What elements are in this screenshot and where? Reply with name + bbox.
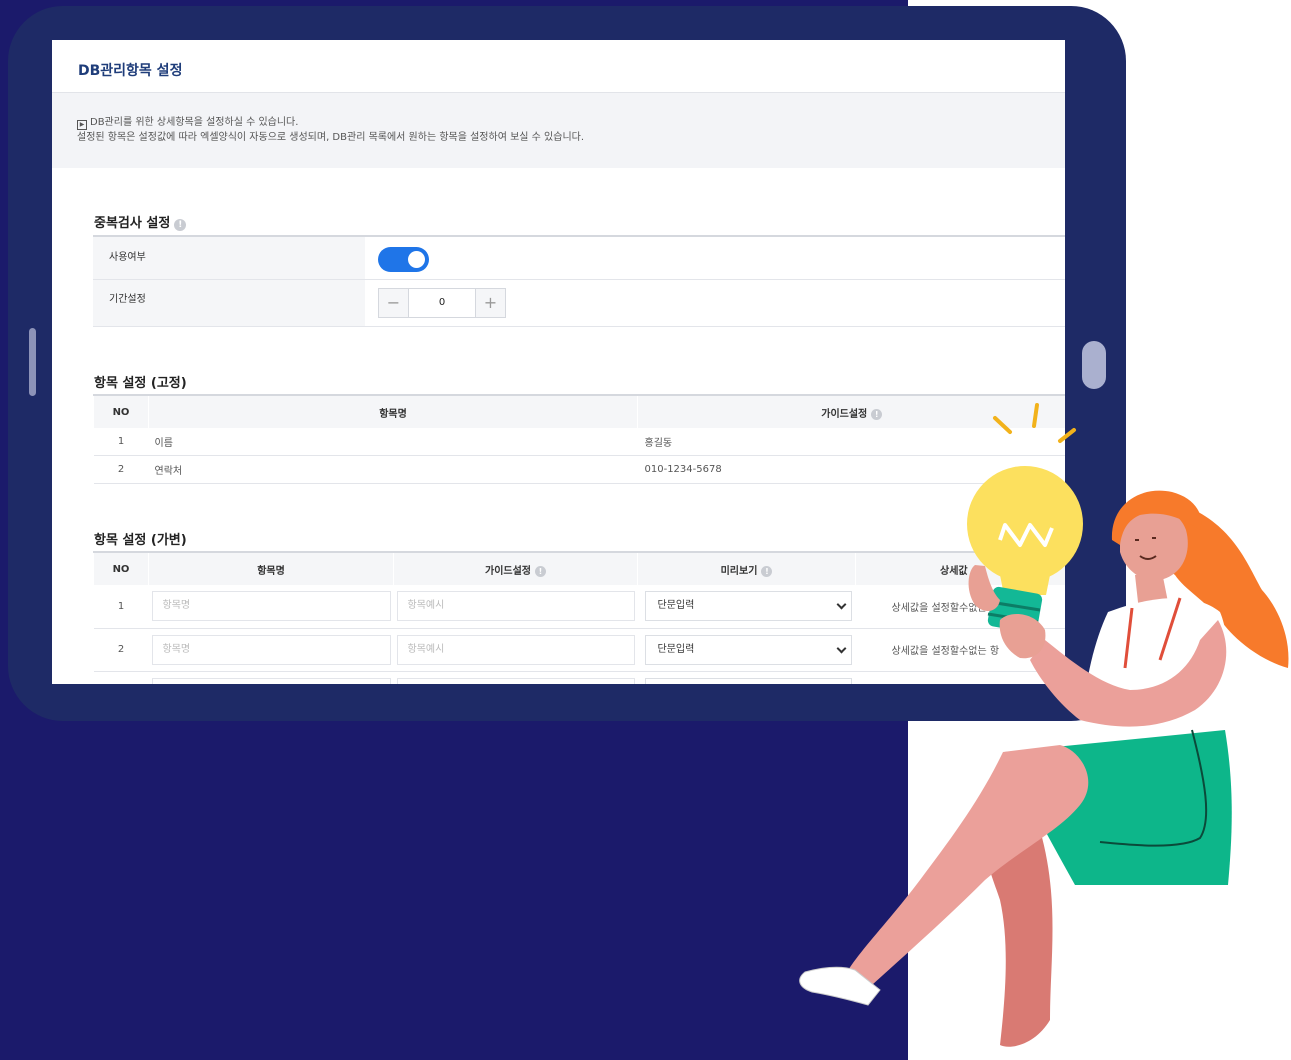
info-text-1: DB관리를 위한 상세항목을 설정하실 수 있습니다. bbox=[90, 117, 299, 128]
preview-select[interactable]: 단문입력 bbox=[644, 591, 852, 622]
col-name: 항목명 bbox=[148, 394, 638, 428]
row-detail: 상세값을 설정할수없는 항 bbox=[855, 585, 1065, 629]
row-no: 1 bbox=[93, 585, 149, 629]
row-name: 이름 bbox=[148, 428, 638, 456]
page-header: DB관리항목 설정 bbox=[52, 40, 1065, 93]
fixed-items-title: 항목 설정 (고정) bbox=[94, 376, 187, 391]
tablet-screen: DB관리항목 설정 ▶ DB관리를 위한 상세항목을 설정하실 수 있습니다. 설… bbox=[52, 40, 1065, 684]
table-row: 2 항목명 항목예시 단문입력 상세값을 설정할수없는 항 bbox=[93, 628, 1065, 672]
use-row: 사용여부 bbox=[93, 237, 1065, 280]
preview-select-value: 단문입력 bbox=[657, 643, 695, 655]
guide-input[interactable]: 항목예시 bbox=[396, 591, 635, 622]
col-guide: 가이드설정! bbox=[637, 394, 1065, 428]
table-row: 1 항목명 항목예시 단문입력 상세값을 설정할수없는 항 bbox=[93, 585, 1065, 629]
page-title: DB관리항목 설정 bbox=[78, 63, 183, 79]
col-guide-text: 가이드설정 bbox=[821, 408, 868, 420]
item-name-input[interactable]: 항목명 bbox=[151, 591, 391, 622]
item-name-input[interactable] bbox=[151, 677, 391, 684]
table-header-row: NO 항목명 가이드설정! 미리보기! 상세값 bbox=[93, 551, 1065, 585]
info-line-1: ▶ DB관리를 위한 상세항목을 설정하실 수 있습니다. bbox=[77, 115, 1065, 130]
col-guide-text: 가이드설정 bbox=[485, 565, 531, 577]
variable-items-title: 항목 설정 (가변) bbox=[94, 533, 187, 548]
play-box-icon: ▶ bbox=[77, 120, 87, 130]
table-row bbox=[93, 671, 1065, 684]
preview-select[interactable]: 단문입력 bbox=[644, 634, 852, 665]
use-toggle[interactable] bbox=[378, 247, 429, 272]
table-header-row: NO 항목명 가이드설정! bbox=[93, 394, 1065, 428]
table-row: 2 연락처 010-1234-5678 bbox=[93, 455, 1065, 484]
item-name-input[interactable]: 항목명 bbox=[151, 634, 391, 665]
duplicate-check-title-text: 중복검사 설정 bbox=[94, 216, 171, 231]
preview-select[interactable] bbox=[644, 677, 852, 684]
table-row: 1 이름 홍길동 bbox=[93, 428, 1065, 456]
help-icon[interactable]: ! bbox=[761, 565, 773, 577]
chevron-down-icon bbox=[836, 643, 846, 653]
row-detail: 상세값을 설정할수없는 항 bbox=[855, 628, 1065, 672]
col-no: NO bbox=[93, 551, 149, 585]
col-detail: 상세값 bbox=[855, 551, 1065, 585]
row-no: 2 bbox=[93, 628, 149, 672]
period-value[interactable]: 0 bbox=[408, 289, 476, 317]
help-icon[interactable]: ! bbox=[871, 408, 883, 420]
use-label: 사용여부 bbox=[93, 237, 365, 279]
period-stepper: − 0 + bbox=[378, 288, 506, 318]
period-row: 기간설정 − 0 + bbox=[93, 280, 1065, 327]
tablet-side-button bbox=[29, 328, 36, 396]
variable-items-table: NO 항목명 가이드설정! 미리보기! 상세값 1 항목명 항목예시 단문입력 … bbox=[93, 551, 1065, 684]
guide-input[interactable]: 항목예시 bbox=[396, 634, 635, 665]
help-icon[interactable]: ! bbox=[174, 219, 187, 231]
row-name: 연락처 bbox=[148, 455, 638, 484]
period-label: 기간설정 bbox=[93, 280, 365, 326]
chevron-down-icon bbox=[836, 599, 846, 610]
col-preview-text: 미리보기 bbox=[720, 565, 758, 577]
guide-input[interactable] bbox=[396, 677, 635, 684]
row-guide: 홍길동 bbox=[637, 428, 1065, 456]
duplicate-check-title: 중복검사 설정! bbox=[94, 212, 187, 231]
col-no: NO bbox=[93, 394, 149, 428]
increment-button[interactable]: + bbox=[476, 289, 505, 317]
row-no: 1 bbox=[93, 428, 149, 456]
col-preview: 미리보기! bbox=[637, 551, 856, 585]
col-guide: 가이드설정! bbox=[393, 551, 638, 585]
help-icon[interactable]: ! bbox=[535, 565, 546, 577]
duplicate-check-table: 사용여부 기간설정 − 0 + bbox=[93, 235, 1065, 327]
row-guide: 010-1234-5678 bbox=[637, 455, 1065, 484]
row-no: 2 bbox=[93, 455, 149, 484]
toggle-knob bbox=[408, 251, 425, 268]
info-box: ▶ DB관리를 위한 상세항목을 설정하실 수 있습니다. 설정된 항목은 설정값… bbox=[52, 93, 1065, 168]
info-text-2: 설정된 항목은 설정값에 따라 엑셀양식이 자동으로 생성되며, DB관리 목록… bbox=[77, 132, 585, 143]
preview-select-value: 단문입력 bbox=[657, 600, 695, 612]
fixed-items-table: NO 항목명 가이드설정! 1 이름 홍길동 2 연락처 010-1234-56… bbox=[93, 394, 1065, 484]
decrement-button[interactable]: − bbox=[379, 289, 408, 317]
col-name: 항목명 bbox=[148, 551, 394, 585]
tablet-home-button bbox=[1082, 341, 1106, 389]
